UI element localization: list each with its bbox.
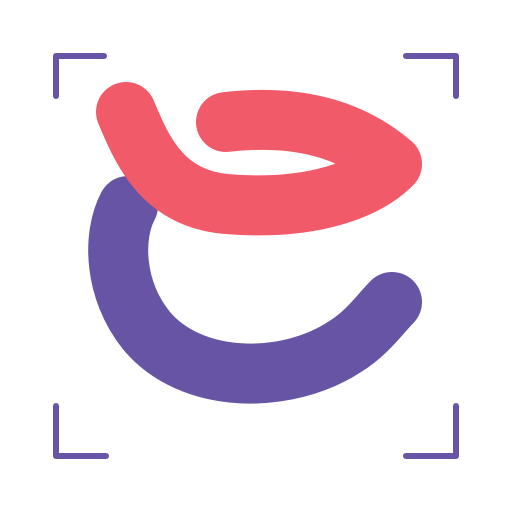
background <box>0 0 512 512</box>
scan-e-logo-icon <box>0 0 512 512</box>
app-icon <box>0 0 512 512</box>
